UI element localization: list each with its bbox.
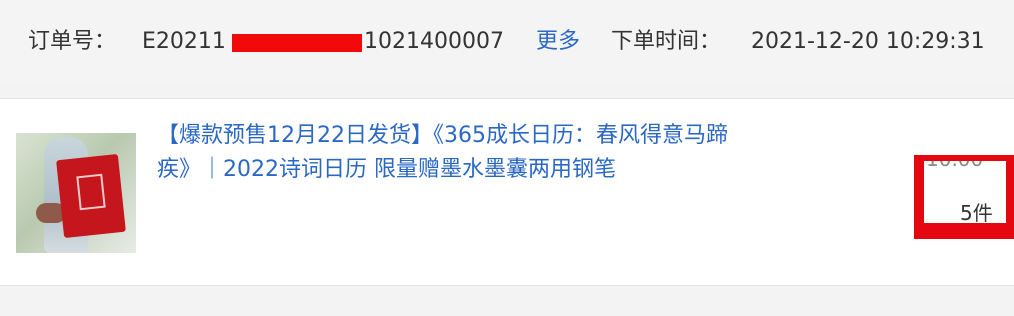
more-link[interactable]: 更多 — [536, 24, 580, 60]
quantity-area: 10.00 5件 — [924, 161, 1006, 223]
order-time-value: 2021-12-20 10:29:31 — [751, 29, 985, 54]
order-header: 订单号： E20211 1021400007 更多 下单时间： 2021-12-… — [0, 0, 1014, 82]
quantity-value: 5件 — [960, 201, 993, 223]
order-time-label: 下单时间： — [611, 29, 722, 54]
order-number-prefix: E20211 — [142, 29, 226, 54]
thumbnail-bag-mark — [76, 173, 106, 211]
product-title-link[interactable]: 【爆款预售12月22日发货】《365成长日历：春风得意马蹄疾》｜2022诗词日历… — [157, 119, 757, 187]
order-item-card: 【爆款预售12月22日发货】《365成长日历：春风得意马蹄疾》｜2022诗词日历… — [0, 98, 1014, 286]
quantity-redaction-box: 10.00 5件 — [914, 155, 1014, 239]
order-number-suffix: 1021400007 — [364, 29, 504, 54]
unit-price-partial: 10.00 — [926, 161, 983, 171]
product-thumbnail[interactable] — [16, 133, 136, 253]
redaction-bar — [232, 34, 362, 52]
order-number-label: 订单号： — [28, 29, 117, 54]
